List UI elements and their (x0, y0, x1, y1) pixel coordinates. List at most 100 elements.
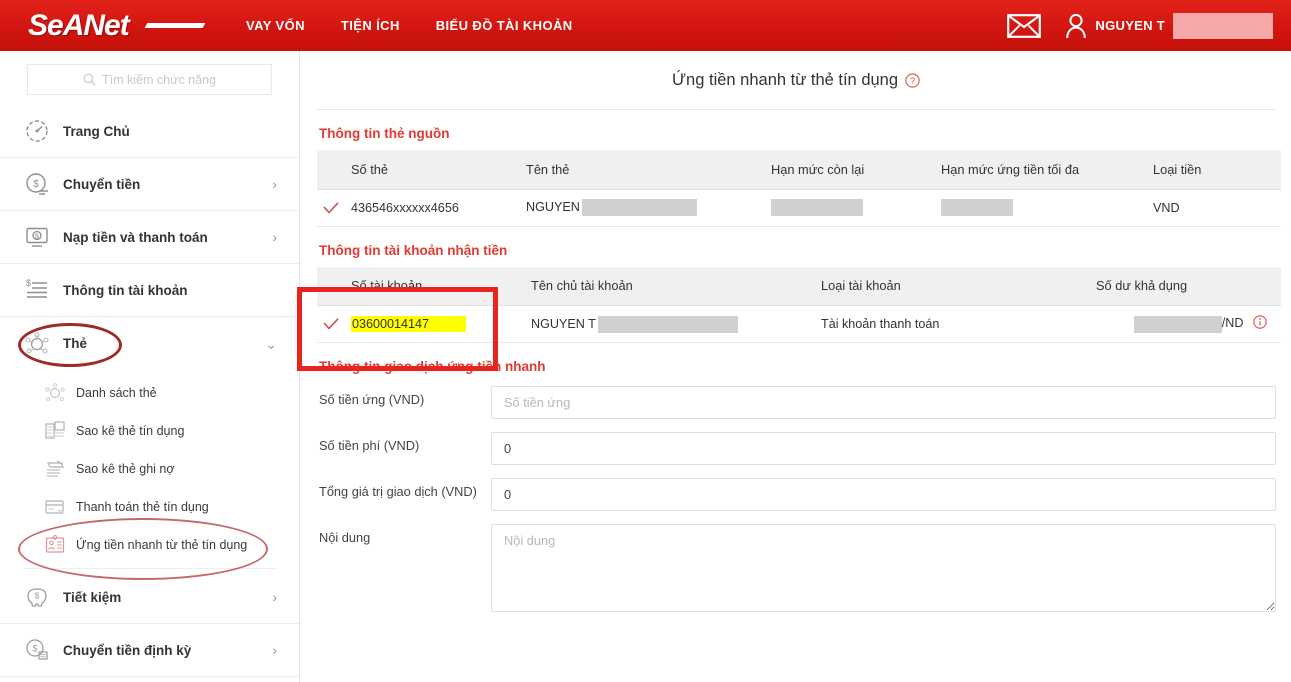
th-currency: Loại tiền (1147, 150, 1281, 190)
sidebar-item-chuyen-tien[interactable]: $ Chuyển tiền › (0, 158, 299, 211)
info-circle-icon[interactable] (1253, 315, 1267, 332)
sidebar-subitem-label: Sao kê thẻ tín dụng (76, 423, 185, 438)
title-divider (317, 109, 1275, 110)
transfer-money-icon: $ (24, 171, 50, 197)
sidebar-item-tiet-kiem[interactable]: $ Tiết kiệm › (0, 571, 299, 624)
sidebar-menu: Trang Chủ $ Chuyển tiền › $ Nạp tiền và … (0, 105, 299, 677)
account-number-text: 03600014147 (352, 317, 430, 331)
sidebar-subitem-sao-ke-the-ghi-no[interactable]: Sao kê thẻ ghi nợ (0, 450, 299, 488)
owner-name-redaction (597, 315, 738, 333)
card-payment-icon (44, 496, 66, 518)
top-up-icon: $ (24, 224, 50, 250)
account-number-redaction (429, 317, 465, 331)
page-title: Ứng tiền nhanh từ thẻ tín dụng ? (301, 51, 1291, 109)
svg-text:$: $ (33, 179, 39, 190)
section-title-transaction: Thông tin giao dịch ứng tiền nhanh (319, 359, 546, 374)
cell-balance: /ND (1090, 305, 1281, 343)
dashboard-icon (24, 118, 50, 144)
svg-text:?: ? (910, 76, 915, 86)
table-header-row: Số tài khoản Tên chủ tài khoản Loại tài … (317, 266, 1281, 306)
sidebar-item-nap-tien[interactable]: $ Nạp tiền và thanh toán › (0, 211, 299, 264)
section-title-dest-account: Thông tin tài khoản nhận tiền (319, 242, 508, 258)
transaction-form: Số tiền ứng (VND) Số tiền phí (VND) Tổng… (301, 386, 1291, 617)
owner-name-text: NGUYEN T (531, 316, 596, 331)
balance-redaction (1133, 315, 1222, 333)
fee-input[interactable] (491, 432, 1276, 465)
sidebar-subitem-label: Thanh toán thẻ tín dụng (76, 499, 209, 514)
max-advance-redaction (941, 199, 1013, 216)
submenu-divider (24, 568, 277, 569)
label-fee: Số tiền phí (VND) (319, 438, 420, 453)
source-card-table: Số thẻ Tên thẻ Hạn mức còn lại Hạn mức ứ… (317, 150, 1281, 227)
dest-account-table-body: 03600014147 NGUYEN T Tài khoản thanh toá… (317, 305, 1281, 343)
th-account-number: Số tài khoản (345, 266, 525, 306)
card-list-icon (44, 382, 66, 404)
sidebar-item-the[interactable]: Thẻ ⌄ (0, 317, 299, 370)
nav-item-bieu-do-tai-khoan[interactable]: BIỂU ĐỒ TÀI KHOẢN (436, 18, 573, 33)
sidebar-subitem-label: Sao kê thẻ ghi nợ (76, 461, 175, 476)
account-number-highlight: 03600014147 (351, 316, 467, 332)
search-input[interactable]: Tìm kiếm chức năng (27, 64, 272, 95)
search-icon (83, 73, 96, 86)
table-row[interactable]: 03600014147 NGUYEN T Tài khoản thanh toá… (317, 305, 1281, 343)
top-nav: VAY VỐN TIỆN ÍCH BIỂU ĐỒ TÀI KHOẢN (246, 18, 573, 33)
main-content: Ứng tiền nhanh từ thẻ tín dụng ? Thông t… (297, 51, 1291, 682)
user-menu[interactable]: NGUYEN T (1065, 12, 1273, 39)
sidebar-subitem-sao-ke-the-tin-dung[interactable]: Sao kê thẻ tín dụng (0, 412, 299, 450)
content-textarea[interactable] (491, 524, 1276, 612)
sidebar-item-label: Tiết kiệm (63, 589, 122, 605)
nav-item-tien-ich[interactable]: TIỆN ÍCH (341, 18, 400, 33)
credit-statement-icon (44, 420, 66, 442)
user-name-redaction (1173, 12, 1273, 39)
table-row[interactable]: 436546xxxxxx4656 NGUYEN VND (317, 189, 1281, 227)
svg-text:$: $ (35, 592, 40, 601)
sidebar-item-label: Thẻ (63, 336, 88, 351)
sidebar-subitem-thanh-toan-the-tin-dung[interactable]: Thanh toán thẻ tín dụng (0, 488, 299, 526)
total-input[interactable] (491, 478, 1276, 511)
header-right-group: NGUYEN T (1007, 12, 1273, 39)
form-row-content: Nội dung (301, 524, 1291, 617)
th-max-advance: Hạn mức ứng tiền tối đa (935, 150, 1147, 190)
sidebar-item-trang-chu[interactable]: Trang Chủ (0, 105, 299, 158)
th-card-number: Số thẻ (345, 150, 520, 190)
svg-text:$: $ (26, 278, 31, 288)
balance-currency-suffix: /ND (1221, 316, 1244, 331)
label-amount: Số tiền ứng (VND) (319, 392, 425, 407)
sidebar-subitem-danh-sach-the[interactable]: Danh sách thẻ (0, 374, 299, 412)
cell-card-number: 436546xxxxxx4656 (345, 189, 520, 227)
card-name-text: NGUYEN (526, 199, 580, 214)
sidebar-item-label: Chuyển tiền (63, 176, 141, 192)
sidebar-item-chuyen-tien-dinh-ky[interactable]: $ Chuyển tiền định kỳ › (0, 624, 299, 677)
dest-account-table: Số tài khoản Tên chủ tài khoản Loại tài … (317, 266, 1281, 343)
logo-swoosh (144, 22, 206, 28)
th-select (317, 150, 345, 190)
table-header-row: Số thẻ Tên thẻ Hạn mức còn lại Hạn mức ứ… (317, 150, 1281, 190)
sidebar-item-label: Trang Chủ (63, 123, 130, 139)
th-account-type: Loại tài khoản (815, 266, 1090, 306)
cell-max-advance (935, 189, 1147, 227)
seanet-logo[interactable]: SeANet (28, 9, 208, 43)
sidebar-item-thong-tin-tai-khoan[interactable]: $ Thông tin tài khoản (0, 264, 299, 317)
chevron-right-icon: › (272, 642, 277, 658)
label-total: Tổng giá trị giao dịch (VND) (319, 484, 477, 499)
sidebar-item-label: Chuyển tiền định kỳ (63, 642, 192, 658)
row-select-checkmark[interactable] (317, 189, 345, 227)
row-select-checkmark[interactable] (317, 305, 345, 343)
chevron-right-icon: › (272, 229, 277, 245)
sidebar-subitem-ung-tien-nhanh[interactable]: Ứng tiền nhanh từ thẻ tín dụng (0, 526, 299, 564)
account-info-icon: $ (24, 277, 50, 303)
sidebar-subitem-label: Danh sách thẻ (76, 385, 157, 400)
th-owner-name: Tên chủ tài khoản (525, 266, 815, 306)
form-row-fee: Số tiền phí (VND) (301, 432, 1291, 465)
question-mark-icon[interactable]: ? (905, 72, 920, 88)
amount-input[interactable] (491, 386, 1276, 419)
logo-text: SeANet (28, 8, 130, 42)
chevron-right-icon: › (272, 176, 277, 192)
th-select (317, 266, 345, 306)
nav-item-vay-von[interactable]: VAY VỐN (246, 18, 305, 33)
card-icon (24, 331, 50, 357)
envelope-icon[interactable] (1007, 13, 1042, 38)
th-balance: Số dư khả dụng (1090, 266, 1281, 306)
sidebar: Tìm kiếm chức năng Trang Chủ $ Chuyển ti… (0, 51, 300, 682)
form-row-amount: Số tiền ứng (VND) (301, 386, 1291, 419)
